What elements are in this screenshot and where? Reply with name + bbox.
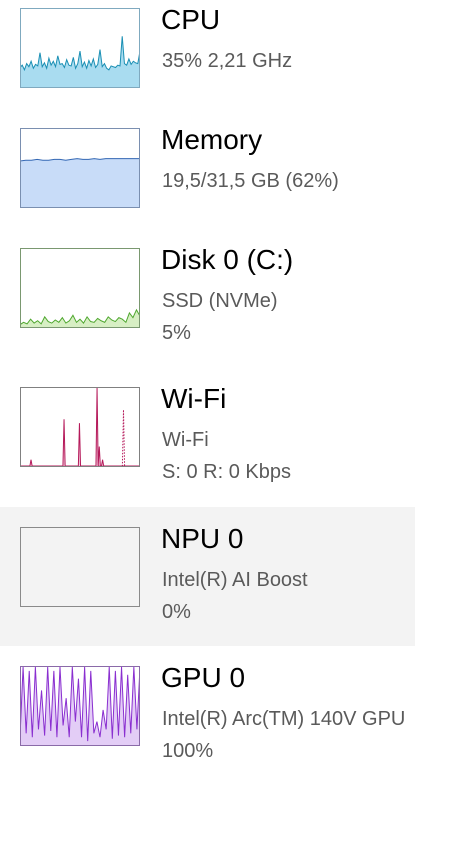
perf-item-subtitle: 19,5/31,5 GB (62%) [162, 170, 339, 192]
perf-item-detail: S: 0 R: 0 Kbps [162, 461, 291, 483]
perf-item-title: Memory [161, 124, 263, 155]
perf-item-detail: 5% [162, 322, 191, 344]
cpu-usage-graph [20, 8, 140, 88]
graph-border [21, 249, 140, 328]
usage-line [20, 388, 140, 466]
perf-item-title: Wi-Fi [161, 383, 227, 414]
perf-item-disk[interactable]: Disk 0 (C:) SSD (NVMe) 5% [0, 240, 415, 379]
wifi-throughput-graph [20, 387, 140, 467]
perf-item-subtitle: Intel(R) AI Boost [162, 569, 308, 591]
perf-item-wifi[interactable]: Wi-Fi Wi-Fi S: 0 R: 0 Kbps [0, 379, 415, 518]
npu-usage-graph [20, 527, 140, 607]
perf-item-title: GPU 0 [161, 662, 246, 693]
perf-item-cpu[interactable]: CPU 35% 2,21 GHz [0, 0, 415, 139]
memory-usage-graph [20, 128, 140, 208]
disk-usage-graph [20, 248, 140, 328]
perf-item-detail: 100% [162, 740, 214, 762]
perf-item-subtitle: Wi-Fi [162, 429, 209, 451]
perf-item-detail: 0% [162, 601, 191, 623]
perf-item-subtitle: Intel(R) Arc(TM) 140V GPU [162, 708, 406, 730]
perf-item-subtitle: 35% 2,21 GHz [162, 50, 293, 72]
perf-item-title: NPU 0 [161, 523, 244, 554]
perf-item-subtitle: SSD (NVMe) [162, 290, 278, 312]
perf-item-title: Disk 0 (C:) [161, 244, 294, 275]
graph-border [21, 528, 140, 607]
performance-sidebar: CPU 35% 2,21 GHz Memory 19,5/31,5 GB (62… [0, 0, 450, 848]
perf-item-memory[interactable]: Memory 19,5/31,5 GB (62%) [0, 120, 415, 259]
usage-area [20, 158, 140, 208]
perf-item-gpu[interactable]: GPU 0 Intel(R) Arc(TM) 140V GPU 100% [0, 658, 415, 797]
perf-item-npu[interactable]: NPU 0 Intel(R) AI Boost 0% [0, 507, 415, 646]
perf-item-title: CPU [161, 4, 221, 35]
gpu-usage-graph [20, 666, 140, 746]
